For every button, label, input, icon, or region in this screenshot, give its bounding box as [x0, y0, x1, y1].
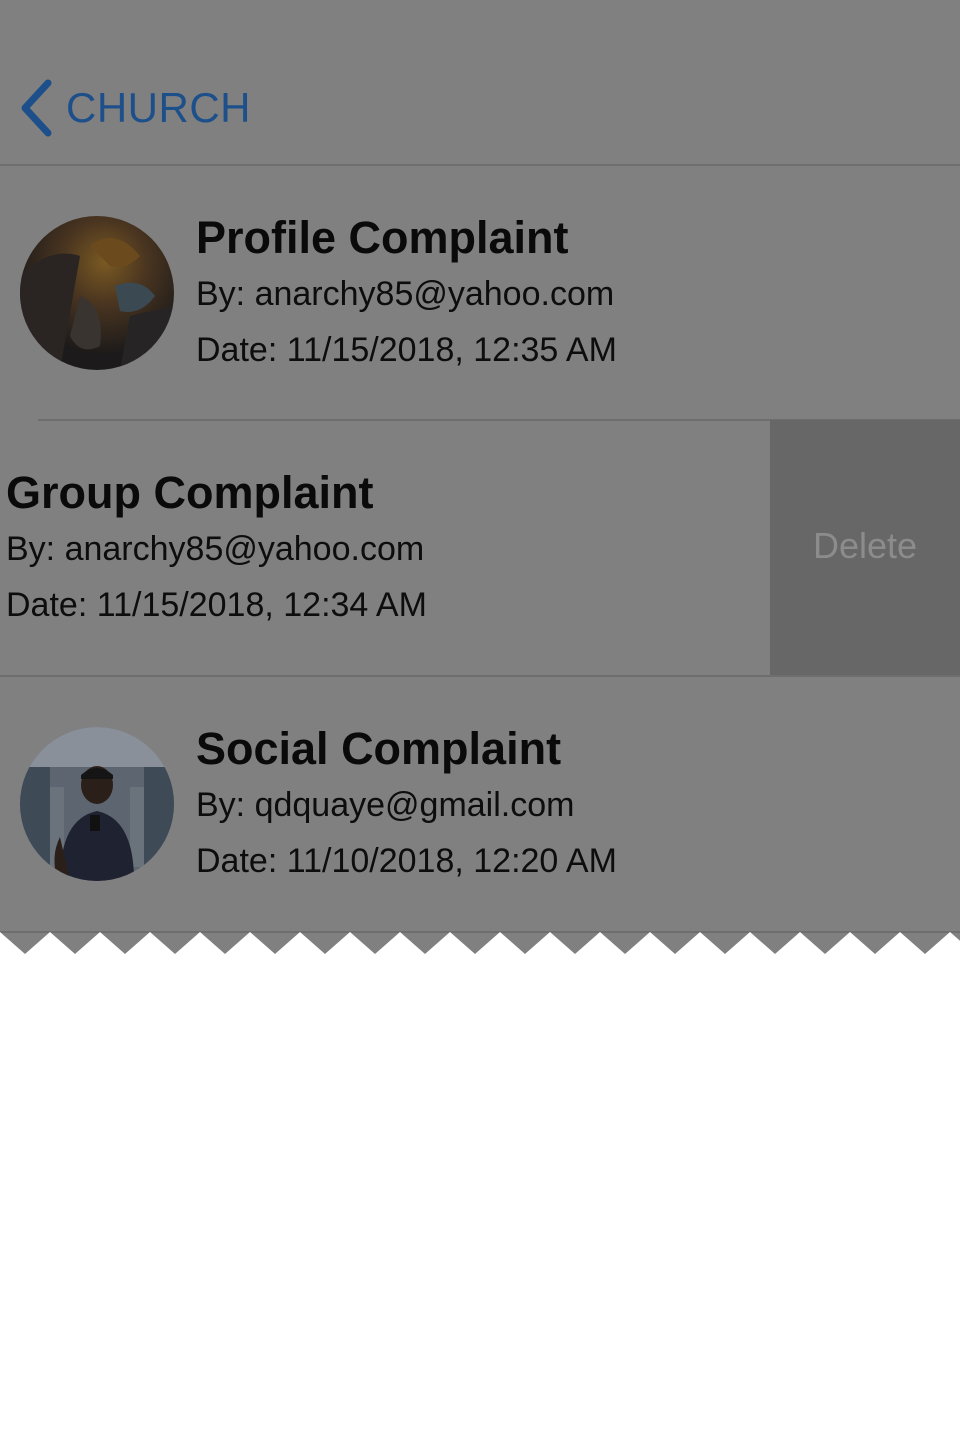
back-button[interactable]: CHURCH — [18, 76, 251, 140]
complaint-date: Date: 11/15/2018, 12:35 AM — [196, 331, 617, 369]
complaint-row[interactable]: Profile Complaint By: anarchy85@yahoo.co… — [0, 166, 960, 421]
complaint-author: By: anarchy85@yahoo.com — [196, 275, 615, 313]
navigation-bar: CHURCH — [0, 0, 960, 166]
delete-button[interactable]: Delete — [770, 420, 960, 675]
complaint-title: Social Complaint — [196, 723, 562, 774]
complaint-date: Date: 11/10/2018, 12:20 AM — [196, 842, 617, 880]
complaints-screen: CHURCH Profile Complaint By: anarchy85@y… — [0, 0, 960, 960]
complaint-author: By: anarchy85@yahoo.com — [6, 530, 425, 568]
back-button-label: CHURCH — [66, 84, 251, 131]
complaint-title: Group Complaint — [6, 467, 374, 518]
avatar — [20, 216, 174, 370]
torn-edge — [0, 932, 960, 968]
avatar — [20, 727, 174, 881]
delete-button-label: Delete — [812, 524, 918, 566]
complaint-author: By: qdquaye@gmail.com — [196, 786, 575, 824]
complaint-title: Profile Complaint — [196, 212, 569, 263]
complaint-date: Date: 11/15/2018, 12:34 AM — [6, 586, 427, 624]
complaint-row[interactable]: Social Complaint By: qdquaye@gmail.com D… — [0, 677, 960, 932]
chevron-left-icon — [18, 79, 54, 137]
